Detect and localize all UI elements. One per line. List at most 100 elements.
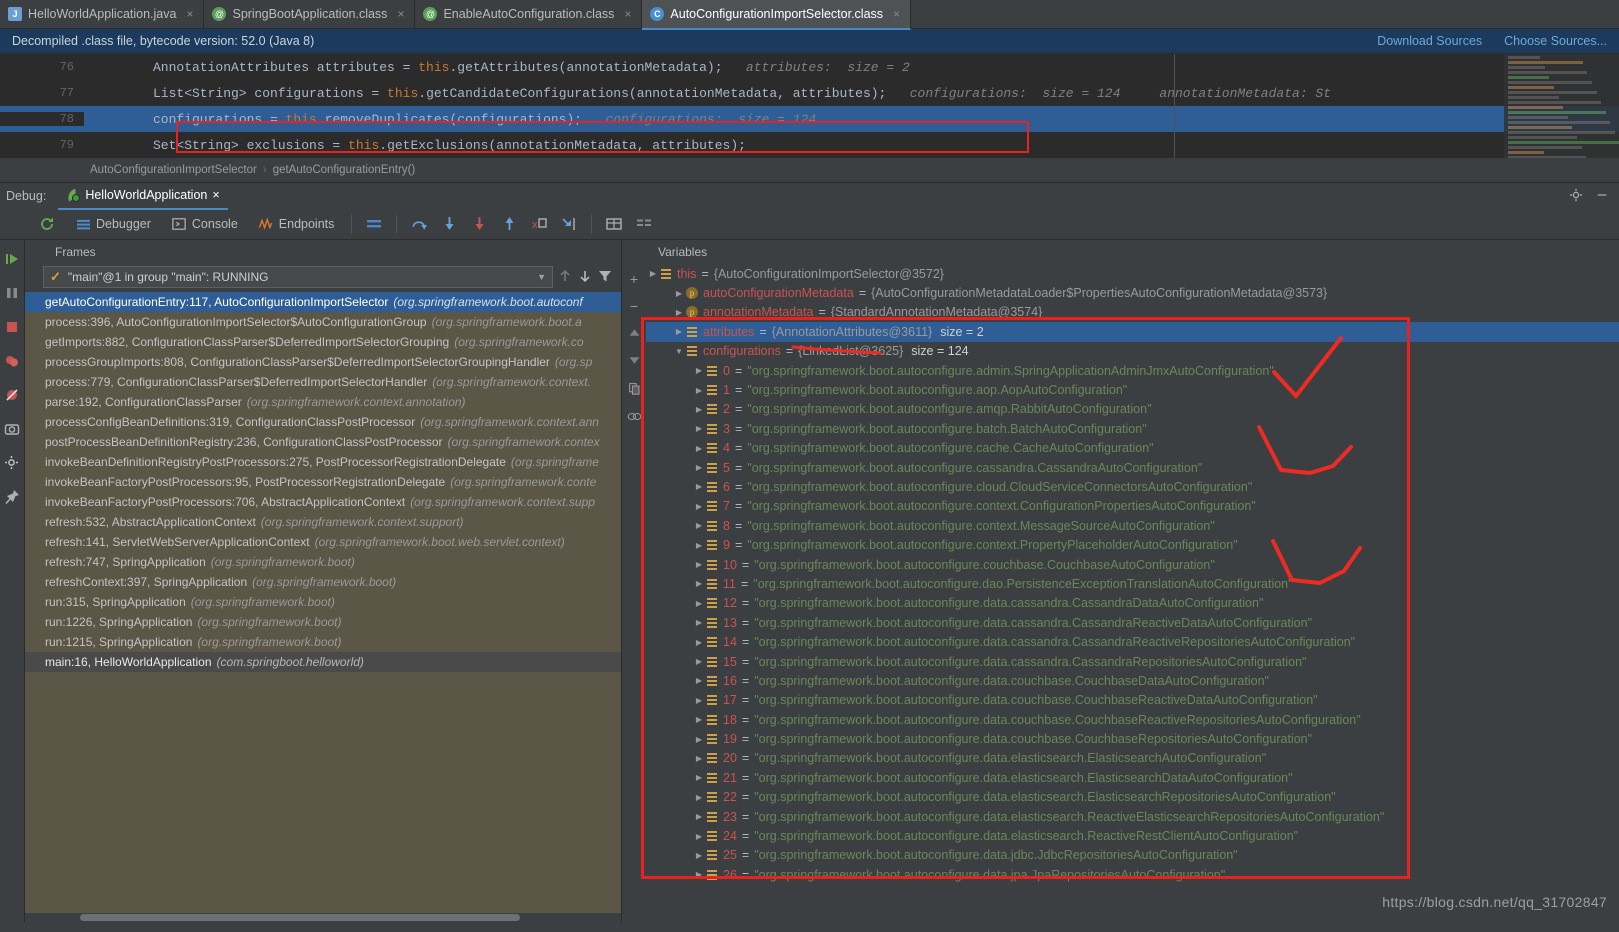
minimize-icon[interactable] <box>1595 188 1609 205</box>
list-item-row[interactable]: ▶ 14 = "org.springframework.boot.autoconfig… <box>646 632 1619 651</box>
chevron-right-icon[interactable]: ▶ <box>692 735 706 744</box>
chevron-right-icon[interactable]: ▶ <box>646 269 660 278</box>
pin-tab-icon[interactable] <box>3 488 21 506</box>
variable-row[interactable]: ▶ attributes = {AnnotationAttributes@3611} s… <box>646 322 1619 342</box>
list-item-row[interactable]: ▶ 26 = "org.springframework.boot.autoconfig… <box>646 865 1619 884</box>
thread-selector[interactable]: ✓ "main"@1 in group "main": RUNNING ▼ <box>43 266 553 288</box>
frame-row[interactable]: main:16, HelloWorldApplication (com.sprin… <box>25 652 621 672</box>
chevron-right-icon[interactable]: ▶ <box>672 327 686 336</box>
list-item-row[interactable]: ▶ 24 = "org.springframework.boot.autoconfig… <box>646 826 1619 845</box>
drop-frame-icon[interactable]: x <box>525 211 553 237</box>
variable-row[interactable]: ▶ annotationMetadata = {StandardAnnotationM… <box>646 303 1619 322</box>
breadcrumb-class[interactable]: AutoConfigurationImportSelector <box>90 164 257 176</box>
remove-watch-icon[interactable]: − <box>630 299 638 313</box>
force-step-into-icon[interactable] <box>465 211 493 237</box>
frame-row[interactable]: refresh:747, SpringApplication (org.sprin… <box>25 552 621 572</box>
chevron-right-icon[interactable]: ▶ <box>692 579 706 588</box>
arrow-up-icon[interactable] <box>557 268 573 287</box>
variables-tree[interactable]: ▶ this = {AutoConfigurationImportSelector@3… <box>646 264 1619 922</box>
list-item-row[interactable]: ▶ 4 = "org.springframework.boot.autoconfigu… <box>646 439 1619 458</box>
close-icon[interactable]: × <box>624 7 631 21</box>
resume-program-icon[interactable] <box>3 250 21 268</box>
chevron-right-icon[interactable]: ▶ <box>692 424 706 433</box>
chevron-right-icon[interactable]: ▶ <box>672 308 686 317</box>
chevron-down-icon[interactable]: ▼ <box>672 347 686 356</box>
chevron-right-icon[interactable]: ▶ <box>692 463 706 472</box>
chevron-right-icon[interactable]: ▶ <box>692 870 706 879</box>
breadcrumb-method[interactable]: getAutoConfigurationEntry() <box>273 164 416 176</box>
mute-breakpoints-icon[interactable] <box>630 211 658 237</box>
editor-tab-1[interactable]: SpringBootApplication.class × <box>204 0 416 28</box>
inspect-icon[interactable] <box>627 410 642 425</box>
chevron-right-icon[interactable]: ▶ <box>692 541 706 550</box>
mute-breakpoints-icon[interactable] <box>3 386 21 404</box>
chevron-right-icon[interactable]: ▶ <box>672 289 686 298</box>
breadcrumb[interactable]: AutoConfigurationImportSelector › getAut… <box>0 158 1619 183</box>
list-item-row[interactable]: ▶ 25 = "org.springframework.boot.autoconfig… <box>646 846 1619 865</box>
chevron-right-icon[interactable]: ▶ <box>692 502 706 511</box>
debug-tab-debugger[interactable]: Debugger <box>66 211 160 237</box>
frame-row[interactable]: run:315, SpringApplication (org.springfra… <box>25 592 621 612</box>
chevron-right-icon[interactable]: ▶ <box>692 793 706 802</box>
step-over-icon[interactable] <box>405 211 433 237</box>
editor-tab-0[interactable]: HelloWorldApplication.java × <box>0 0 205 28</box>
chevron-right-icon[interactable]: ▶ <box>692 599 706 608</box>
list-item-row[interactable]: ▶ 19 = "org.springframework.boot.autoconfig… <box>646 729 1619 748</box>
frames-list[interactable]: getAutoConfigurationEntry:117, AutoConfi… <box>25 292 621 913</box>
frame-row[interactable]: postProcessBeanDefinitionRegistry:236, C… <box>25 432 621 452</box>
frame-row[interactable]: run:1215, SpringApplication (org.springfr… <box>25 632 621 652</box>
chevron-right-icon[interactable]: ▶ <box>692 715 706 724</box>
list-item-row[interactable]: ▶ 6 = "org.springframework.boot.autoconfigu… <box>646 477 1619 496</box>
step-out-icon[interactable] <box>495 211 523 237</box>
frame-row[interactable]: processGroupImports:808, ConfigurationCl… <box>25 352 621 372</box>
frame-row[interactable]: refresh:532, AbstractApplicationContext (… <box>25 512 621 532</box>
chevron-down-icon[interactable]: ▼ <box>537 272 546 282</box>
chevron-right-icon[interactable]: ▶ <box>692 618 706 627</box>
list-item-row[interactable]: ▶ 18 = "org.springframework.boot.autoconfig… <box>646 710 1619 729</box>
list-item-row[interactable]: ▶ 22 = "org.springframework.boot.autoconfig… <box>646 788 1619 807</box>
code-line[interactable]: 79 Set<String> exclusions = this.getExclu… <box>0 132 1619 158</box>
settings-icon[interactable] <box>3 454 21 472</box>
code-line[interactable]: 78 configurations = this.removeDuplicates… <box>0 106 1619 132</box>
variable-row[interactable]: ▶ autoConfigurationMetadata = {AutoConfigur… <box>646 283 1619 302</box>
editor-minimap[interactable] <box>1504 54 1619 158</box>
add-watch-icon[interactable]: + <box>630 272 638 286</box>
list-item-row[interactable]: ▶ 10 = "org.springframework.boot.autoconfig… <box>646 555 1619 574</box>
list-item-row[interactable]: ▶ 13 = "org.springframework.boot.autoconfig… <box>646 613 1619 632</box>
variable-row[interactable]: ▶ this = {AutoConfigurationImportSelector@3… <box>646 264 1619 283</box>
frame-row[interactable]: processConfigBeanDefinitions:319, Config… <box>25 412 621 432</box>
filter-icon[interactable] <box>597 268 613 287</box>
frame-row[interactable]: run:1226, SpringApplication (org.springfr… <box>25 612 621 632</box>
list-item-row[interactable]: ▶ 8 = "org.springframework.boot.autoconfigu… <box>646 516 1619 535</box>
chevron-right-icon[interactable]: ▶ <box>692 386 706 395</box>
chevron-right-icon[interactable]: ▶ <box>692 657 706 666</box>
layout-icon[interactable] <box>360 211 388 237</box>
variable-row[interactable]: ▼ configurations = {LinkedList@3625} size = … <box>646 342 1619 361</box>
list-item-row[interactable]: ▶ 11 = "org.springframework.boot.autoconfig… <box>646 574 1619 593</box>
frame-row[interactable]: refresh:141, ServletWebServerApplication… <box>25 532 621 552</box>
frame-row[interactable]: invokeBeanFactoryPostProcessors:706, Abs… <box>25 492 621 512</box>
close-icon[interactable]: × <box>186 7 193 21</box>
chevron-right-icon[interactable]: ▶ <box>692 444 706 453</box>
close-icon[interactable]: × <box>212 188 219 202</box>
gear-icon[interactable] <box>1569 188 1583 205</box>
step-into-icon[interactable] <box>435 211 463 237</box>
stop-icon[interactable] <box>3 318 21 336</box>
choose-sources-link[interactable]: Choose Sources... <box>1504 34 1607 48</box>
chevron-right-icon[interactable]: ▶ <box>692 696 706 705</box>
list-item-row[interactable]: ▶ 2 = "org.springframework.boot.autoconfigu… <box>646 400 1619 419</box>
move-up-icon[interactable] <box>628 326 641 341</box>
list-item-row[interactable]: ▶ 23 = "org.springframework.boot.autoconfig… <box>646 807 1619 826</box>
chevron-right-icon[interactable]: ▶ <box>692 638 706 647</box>
view-breakpoints-icon[interactable] <box>3 352 21 370</box>
list-item-row[interactable]: ▶ 9 = "org.springframework.boot.autoconfigu… <box>646 535 1619 554</box>
code-line[interactable]: 77 List<String> configurations = this.get… <box>0 80 1619 106</box>
code-line[interactable]: 76 AnnotationAttributes attributes = this… <box>0 54 1619 80</box>
frame-row[interactable]: getAutoConfigurationEntry:117, AutoConfi… <box>25 292 621 312</box>
camera-icon[interactable] <box>3 420 21 438</box>
move-down-icon[interactable] <box>628 354 641 369</box>
rerun-icon[interactable] <box>30 211 64 237</box>
close-icon[interactable]: × <box>893 7 900 21</box>
frame-row[interactable]: invokeBeanFactoryPostProcessors:95, Post… <box>25 472 621 492</box>
frame-row[interactable]: process:396, AutoConfigurationImportSele… <box>25 312 621 332</box>
